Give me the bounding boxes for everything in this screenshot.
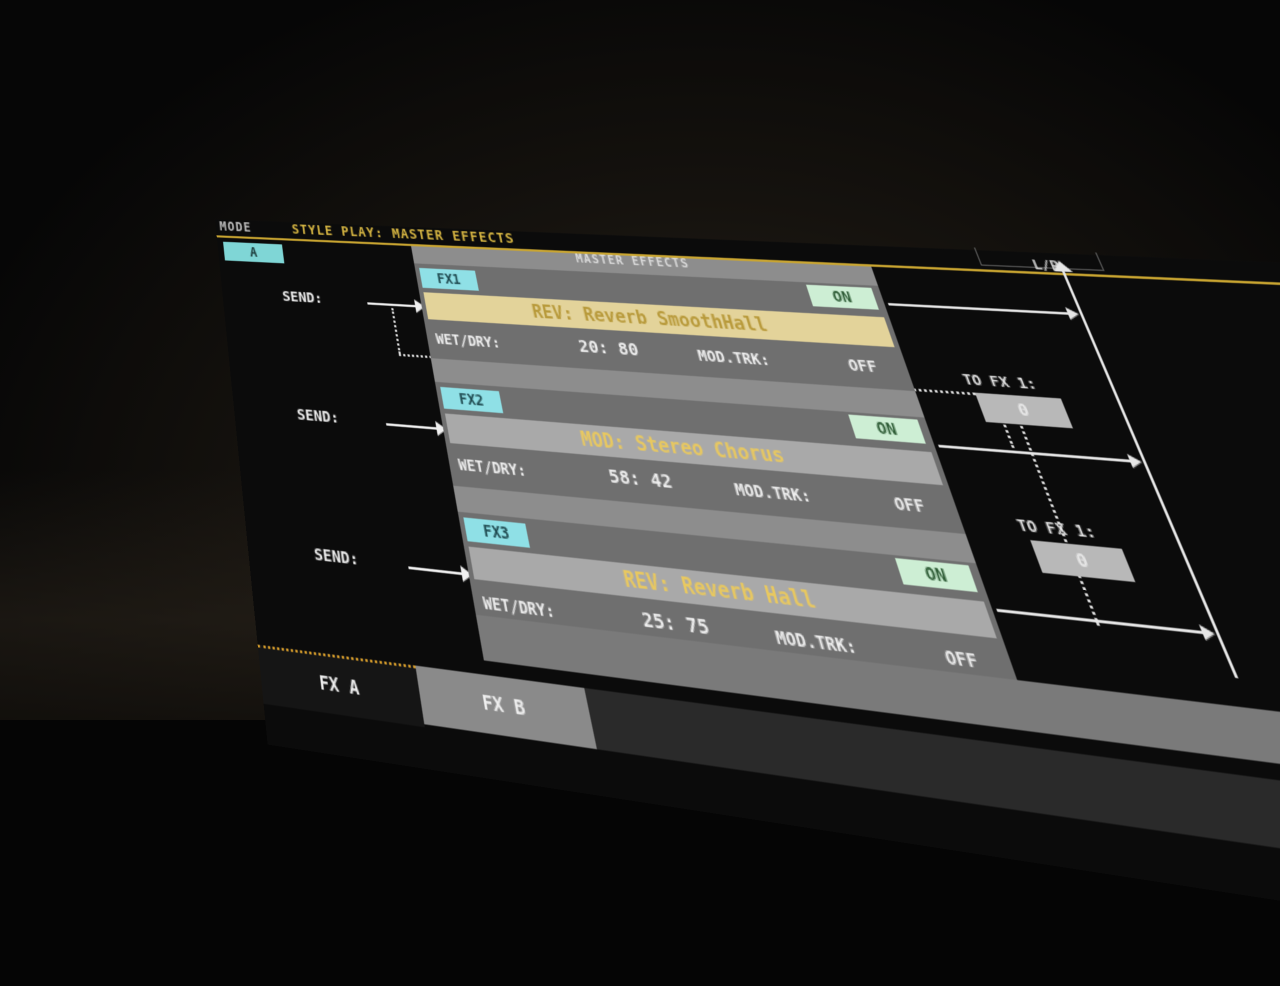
fx1-wet-dry-value[interactable]: 20: 80 — [577, 337, 641, 360]
fx1-block[interactable]: FX1 ON REV: Reverb SmoothHall WET/DRY: 2… — [414, 263, 915, 391]
fx3-send-label: SEND: — [313, 545, 360, 570]
fx3-tag[interactable]: FX3 — [463, 517, 530, 547]
fx3-on-toggle[interactable]: ON — [895, 558, 978, 592]
fx2-mod-trk-label: MOD.TRK: — [733, 480, 814, 506]
fx3-mod-trk-value[interactable]: OFF — [942, 647, 981, 673]
fx1-on-toggle[interactable]: ON — [806, 285, 879, 310]
fx2-wet-dry-value[interactable]: 58: 42 — [607, 467, 675, 494]
section-a-badge[interactable]: A — [223, 242, 284, 264]
fx1-output-arrow-icon — [888, 303, 1070, 315]
mode-label: MODE — [219, 219, 252, 235]
fx2-send-arrow-icon — [386, 423, 438, 430]
fx1-mod-trk-label: MOD.TRK: — [696, 347, 772, 369]
fx2-wet-dry-label: WET/DRY: — [457, 456, 528, 480]
fx3-send-arrow-icon — [408, 566, 463, 575]
to-fx-field[interactable]: 0 — [975, 393, 1073, 429]
output-bus-line — [1060, 268, 1238, 678]
to-fx-label: TO FX 1: — [1014, 516, 1099, 542]
master-effects-screen: MODE STYLE PLAY: MASTER EFFECTS A L/R SE… — [215, 219, 1280, 986]
to-fx-label: TO FX 1: — [960, 371, 1039, 393]
fx1-send-label: SEND: — [282, 289, 324, 308]
fx1-wet-dry-label: WET/DRY: — [435, 331, 502, 351]
fx2-send-label: SEND: — [296, 406, 340, 427]
fx2-mod-trk-value[interactable]: OFF — [891, 494, 928, 516]
fx1-mod-trk-value[interactable]: OFF — [846, 357, 880, 377]
fx2-block[interactable]: FX2 ON MOD: Stereo Chorus WET/DRY: 58: 4… — [435, 382, 966, 534]
tab-fx-b[interactable]: FX B — [415, 666, 597, 750]
tab-fx-a[interactable]: FX A — [258, 645, 425, 728]
fx3-output-arrow-icon — [996, 609, 1204, 634]
fx1-tag[interactable]: FX1 — [419, 268, 479, 291]
fx1-send-arrow-icon — [367, 302, 416, 307]
fx-routing-dotted-line — [1008, 395, 1100, 626]
to-fx-field[interactable]: 0 — [1030, 540, 1135, 582]
fx2-on-toggle[interactable]: ON — [848, 415, 926, 444]
fx2-tag[interactable]: FX2 — [440, 387, 503, 413]
fx-routing-dotted-line — [391, 308, 401, 354]
